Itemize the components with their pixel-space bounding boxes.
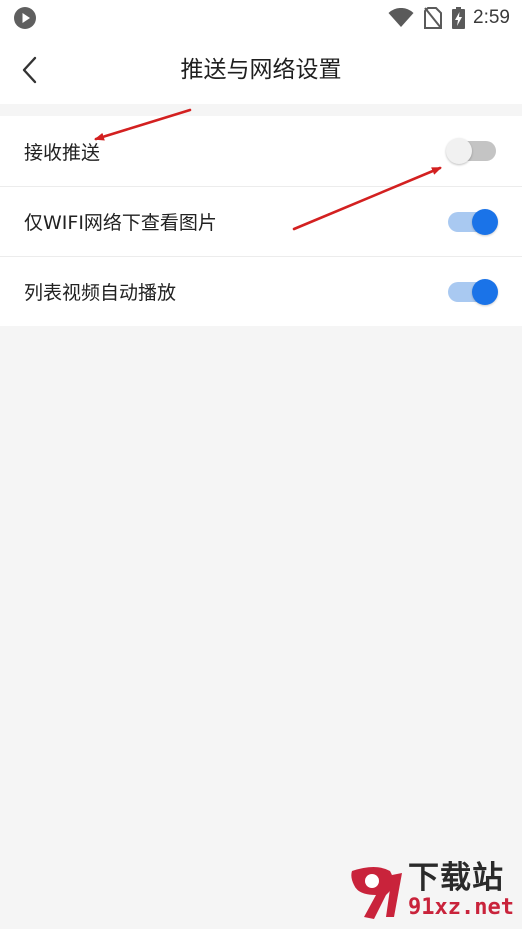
battery-charging-icon: [452, 7, 466, 29]
watermark: 下载站 91xz.net: [346, 861, 516, 923]
autoplay-video-toggle[interactable]: [446, 277, 498, 307]
setting-label-autoplay-video: 列表视频自动播放: [24, 282, 177, 304]
setting-label-wifi-images: 仅WIFI网络下查看图片: [24, 212, 217, 234]
wifi-icon: [388, 8, 414, 27]
receive-push-toggle[interactable]: [446, 136, 498, 166]
page-title: 推送与网络设置: [180, 57, 342, 83]
no-sim-icon: [424, 7, 443, 29]
chevron-left-icon: [22, 56, 37, 84]
status-icons: 2:59: [388, 0, 510, 36]
wifi-images-toggle[interactable]: [446, 207, 498, 237]
toggle-thumb: [446, 138, 472, 164]
setting-row-receive-push: 接收推送: [0, 116, 522, 186]
toolbar: 推送与网络设置: [0, 36, 522, 104]
play-circle-icon: [14, 7, 36, 29]
settings-list: 接收推送 仅WIFI网络下查看图片 列表视频自动播放: [0, 116, 522, 326]
back-button[interactable]: [10, 50, 50, 90]
watermark-text-en: 91xz.net: [408, 895, 514, 920]
setting-row-autoplay-video: 列表视频自动播放: [0, 256, 522, 326]
watermark-text-cn: 下载站: [408, 860, 504, 896]
toggle-thumb: [472, 208, 498, 235]
setting-label-receive-push: 接收推送: [24, 141, 101, 164]
status-bar: 2:59: [0, 0, 522, 36]
status-time: 2:59: [473, 7, 510, 28]
setting-row-wifi-images: 仅WIFI网络下查看图片: [0, 186, 522, 256]
toggle-thumb: [472, 278, 498, 305]
watermark-logo-icon: [351, 867, 402, 919]
